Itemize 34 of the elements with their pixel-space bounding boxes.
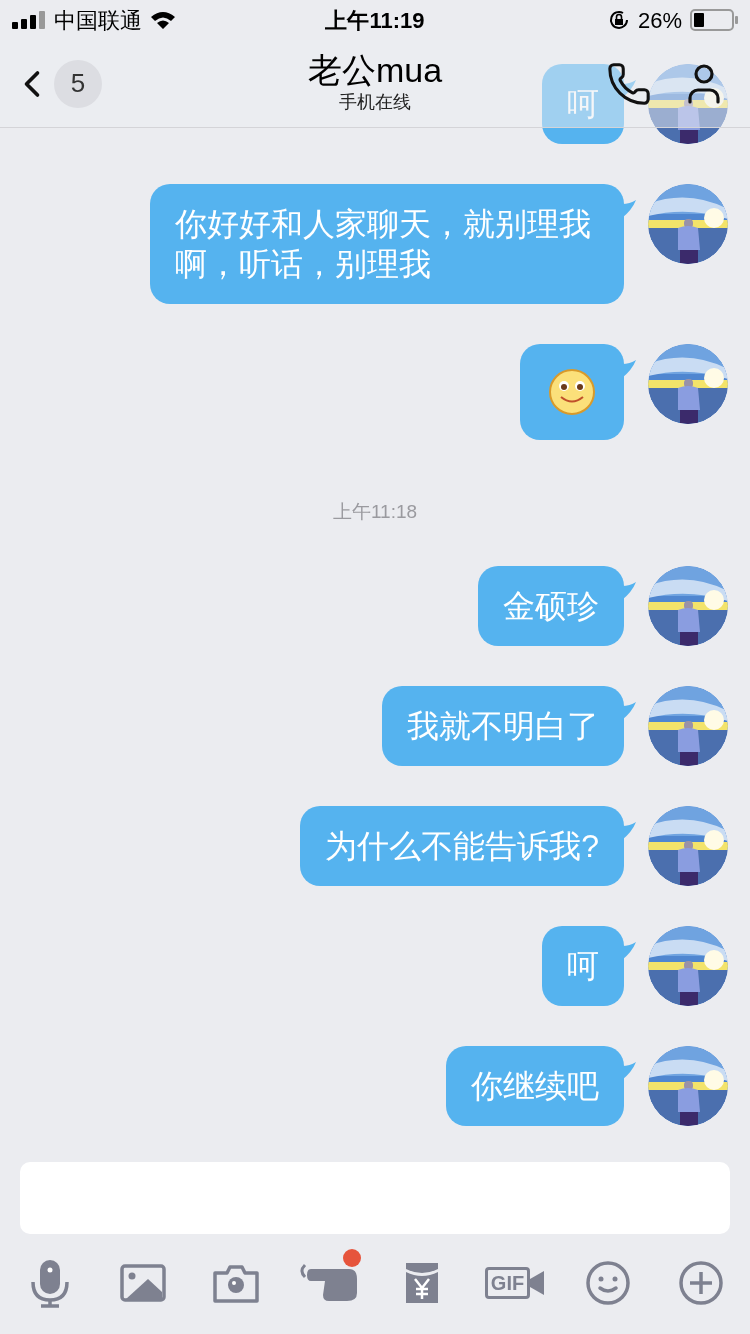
message-bubble: 你继续吧 — [446, 1046, 624, 1126]
bubble-tail — [622, 702, 636, 720]
chat-subtitle: 手机在线 — [339, 91, 411, 114]
smiley-icon — [548, 368, 596, 416]
chat-title: 老公mua — [307, 50, 443, 90]
signal-icon — [12, 11, 46, 29]
pointing-hand-icon[interactable] — [298, 1263, 359, 1303]
bubble-tail — [622, 942, 636, 960]
message-bubble: 呵 — [542, 64, 624, 144]
plus-icon[interactable] — [678, 1261, 723, 1305]
battery-percent: 26% — [637, 6, 682, 35]
wifi-icon — [150, 10, 176, 30]
camera-icon[interactable] — [212, 1263, 259, 1303]
message-bubble: 金硕珍 — [478, 566, 624, 646]
bubble-tail — [622, 80, 636, 98]
phone-icon[interactable] — [606, 60, 652, 107]
microphone-icon[interactable] — [29, 1258, 70, 1308]
bubble-tail — [622, 200, 636, 218]
bubble-tail — [622, 582, 636, 600]
image-icon[interactable] — [119, 1264, 166, 1302]
status-time: 上午11:19 — [325, 6, 425, 35]
smiley-icon[interactable] — [585, 1261, 630, 1305]
envelope-icon[interactable] — [403, 1261, 440, 1305]
message-bubble: 你好好和人家聊天，就别理我啊，听话，别理我 — [150, 184, 624, 304]
rotation-lock-icon — [607, 9, 630, 31]
carrier-name: 中国联通 — [54, 6, 142, 35]
bubble-tail — [622, 1062, 636, 1080]
bubble-tail — [622, 822, 636, 840]
message-bubble: 呵 — [542, 926, 624, 1006]
message-bubble: 我就不明白了 — [382, 686, 624, 766]
unread-count-badge[interactable]: 5 — [54, 59, 102, 108]
message-bubble: 为什么不能告诉我? — [300, 806, 624, 886]
message-time: 上午11:18 — [332, 499, 418, 524]
battery-icon — [690, 9, 738, 31]
